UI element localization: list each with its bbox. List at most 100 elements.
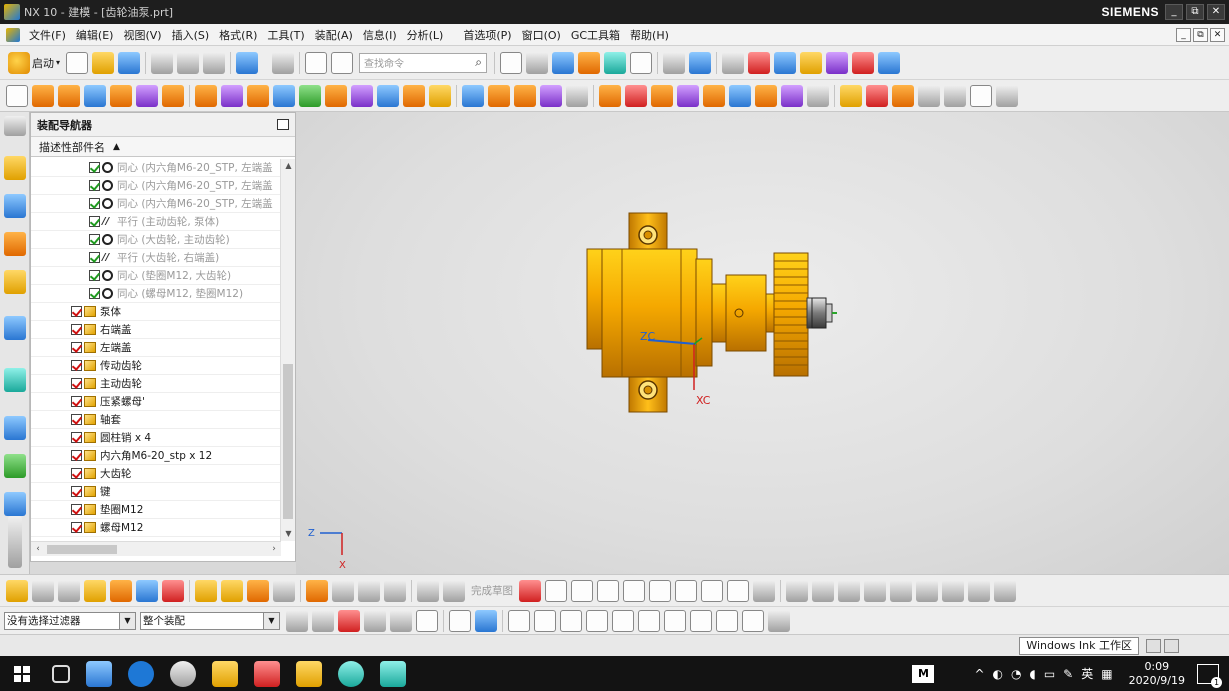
redo-icon[interactable] xyxy=(272,51,295,74)
nut-m12[interactable] xyxy=(811,297,827,329)
sequence-nav-icon[interactable] xyxy=(358,579,380,602)
menu-analysis[interactable]: 分析(L) xyxy=(402,27,449,43)
checkbox-icon[interactable] xyxy=(71,342,82,353)
status-window-icon[interactable] xyxy=(1164,639,1179,653)
column-header-part-name[interactable]: 描述性部件名 ▲ xyxy=(31,137,295,157)
constraint-row[interactable]: // 平行 (主动齿轮, 泵体) xyxy=(31,213,281,231)
snap-icon[interactable] xyxy=(774,51,797,74)
menu-logo-icon[interactable] xyxy=(6,27,20,42)
graphics-window[interactable]: ZC XC Z X xyxy=(296,112,1229,574)
menu-information[interactable]: 信息(I) xyxy=(358,27,402,43)
shell-icon[interactable] xyxy=(377,84,399,107)
checkbox-icon[interactable] xyxy=(89,234,100,245)
battery-icon[interactable]: ▭ xyxy=(1044,667,1055,681)
pen-icon[interactable]: ✎ xyxy=(1063,667,1073,681)
orient-view-icon[interactable] xyxy=(552,51,575,74)
component-row[interactable]: 轴套 xyxy=(31,411,281,429)
vertical-scroll-thumb[interactable] xyxy=(283,364,293,519)
constraint-row[interactable]: 同心 (垫圈M12, 大齿轮) xyxy=(31,267,281,285)
menu-edit[interactable]: 编辑(E) xyxy=(71,27,119,43)
assembly-load-icon[interactable] xyxy=(32,579,54,602)
checkbox-icon[interactable] xyxy=(71,504,82,515)
checkbox-icon[interactable] xyxy=(71,306,82,317)
menu-tools[interactable]: 工具(T) xyxy=(262,27,309,43)
menu-view[interactable]: 视图(V) xyxy=(118,27,166,43)
sketch-settings-icon[interactable] xyxy=(968,579,990,602)
new-file-icon[interactable] xyxy=(66,51,89,74)
notification-center-icon[interactable]: 1 xyxy=(1197,663,1222,688)
mirror-curve-icon[interactable] xyxy=(916,579,938,602)
spring-icon[interactable] xyxy=(918,84,940,107)
direct-sketch-icon[interactable] xyxy=(417,579,439,602)
checkbox-icon[interactable] xyxy=(89,252,100,263)
snap-control-point-icon[interactable] xyxy=(560,609,582,632)
snap-mid-point-icon[interactable] xyxy=(534,609,556,632)
sequence-icon[interactable] xyxy=(807,84,829,107)
assembly-navigator-tab-icon[interactable] xyxy=(4,156,26,180)
trim-body-icon[interactable] xyxy=(429,84,451,107)
geometric-constraint-icon[interactable] xyxy=(864,579,886,602)
move-icon[interactable] xyxy=(110,579,132,602)
checkbox-icon[interactable] xyxy=(89,216,100,227)
shaft-sleeve[interactable] xyxy=(711,283,727,343)
component-family-icon[interactable] xyxy=(247,579,269,602)
keyboard-icon[interactable]: ▦ xyxy=(1101,667,1112,681)
file-explorer-icon[interactable] xyxy=(212,660,238,687)
wcs-icon[interactable] xyxy=(663,51,686,74)
open-folder-icon[interactable] xyxy=(92,51,115,74)
show-hide-icon[interactable] xyxy=(449,609,471,632)
checkbox-icon[interactable] xyxy=(71,468,82,479)
rectangle-icon[interactable] xyxy=(675,579,697,602)
constraint-row[interactable]: 同心 (大齿轮, 主动齿轮) xyxy=(31,231,281,249)
doc-minimize-button[interactable]: _ xyxy=(1176,27,1191,42)
fillet-icon[interactable] xyxy=(623,579,645,602)
menu-preferences[interactable]: 首选项(P) xyxy=(458,27,516,43)
ime-indicator[interactable]: 英 xyxy=(1081,665,1093,682)
snap-bounded-grid-icon[interactable] xyxy=(768,609,790,632)
zoom-icon[interactable] xyxy=(996,84,1018,107)
table-icon[interactable] xyxy=(970,84,992,107)
move-component-icon[interactable] xyxy=(677,84,699,107)
component-row[interactable]: 左端盖 xyxy=(31,339,281,357)
checkbox-icon[interactable] xyxy=(71,360,82,371)
horizontal-scroll-thumb[interactable] xyxy=(47,545,117,554)
reuse-library-tab-icon[interactable] xyxy=(4,270,26,294)
roles-tab-icon[interactable] xyxy=(4,492,26,516)
component-row[interactable]: 泵体 xyxy=(31,303,281,321)
component-row[interactable]: 主动齿轮 xyxy=(31,375,281,393)
select-all-icon[interactable] xyxy=(312,609,334,632)
paste-icon[interactable] xyxy=(203,51,226,74)
taskbar-app-icon[interactable] xyxy=(254,660,280,687)
resource-scroll-strip[interactable] xyxy=(8,516,22,568)
doc-close-button[interactable]: ✕ xyxy=(1210,27,1225,42)
nx-taskbar-icon[interactable] xyxy=(296,660,322,687)
snap-intersection-icon[interactable] xyxy=(586,609,608,632)
task-view-icon[interactable] xyxy=(52,664,70,683)
arc-icon[interactable] xyxy=(571,579,593,602)
snap-point-on-face-icon[interactable] xyxy=(742,609,764,632)
navigator-vertical-scrollbar[interactable]: ▲ ▼ xyxy=(280,159,295,541)
undo-icon[interactable] xyxy=(236,51,259,74)
scroll-left-icon[interactable]: ‹ xyxy=(31,542,45,557)
touch-mode-icon[interactable] xyxy=(331,51,354,74)
wave-icon[interactable] xyxy=(755,84,777,107)
checkbox-icon[interactable] xyxy=(89,270,100,281)
component-row[interactable]: 垫圈M12 xyxy=(31,501,281,519)
snap-end-point-icon[interactable] xyxy=(508,609,530,632)
search-icon[interactable]: ⌕ xyxy=(475,55,482,70)
washer-m12[interactable] xyxy=(806,297,813,329)
edge-selection-icon[interactable] xyxy=(390,609,412,632)
component-row[interactable]: 螺母M12 xyxy=(31,519,281,537)
rapid-dimension-icon[interactable] xyxy=(890,579,912,602)
gear-pump-model[interactable]: ZC XC Z X xyxy=(296,112,1229,574)
process-studio-tab-icon[interactable] xyxy=(4,416,26,440)
visual-tab-icon[interactable] xyxy=(4,454,26,478)
clearance-icon[interactable] xyxy=(384,579,406,602)
pump-body[interactable] xyxy=(601,248,698,378)
draft-icon[interactable] xyxy=(403,84,425,107)
hole-icon[interactable] xyxy=(195,84,217,107)
maximize-panel-icon[interactable] xyxy=(277,119,289,130)
snap-arc-center-icon[interactable] xyxy=(638,609,660,632)
cut-icon[interactable] xyxy=(151,51,174,74)
checkbox-icon[interactable] xyxy=(71,324,82,335)
